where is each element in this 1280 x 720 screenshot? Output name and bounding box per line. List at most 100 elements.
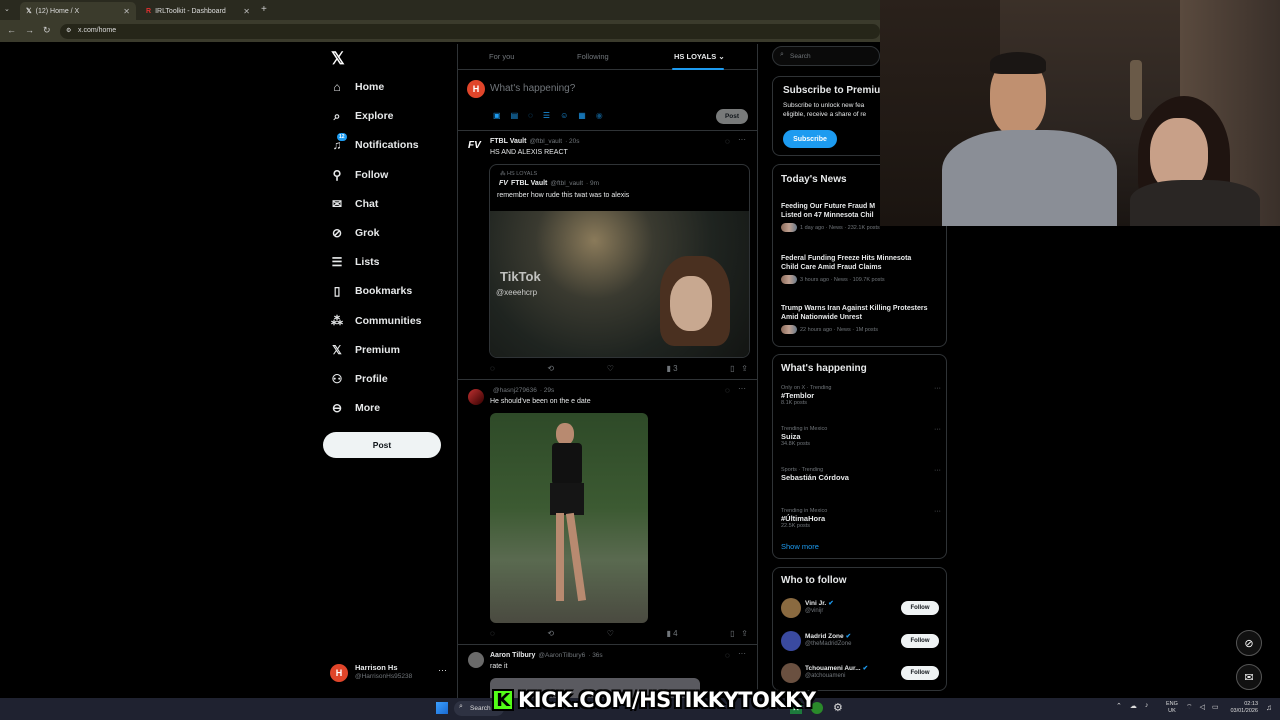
grok-icon[interactable]: ◌ (725, 386, 730, 395)
active-tab-indicator (672, 68, 724, 70)
sidebar-item-lists[interactable]: ☰ Lists (330, 251, 380, 273)
retweet-icon[interactable]: ⟲ (547, 629, 554, 638)
post-button[interactable]: Post (716, 109, 748, 124)
notification-bell-icon[interactable]: ♫ (1266, 703, 1272, 712)
browser-tab-irltoolkit[interactable]: R IRLToolkit - Dashboard ✕ (140, 2, 256, 20)
tweet-image[interactable] (490, 413, 648, 623)
close-tab-icon[interactable]: ✕ (123, 7, 130, 16)
sidebar-item-grok[interactable]: ⊘ Grok (330, 222, 380, 244)
browser-tab-x-home[interactable]: 𝕏 (12) Home / X ✕ (20, 2, 136, 20)
sidebar-item-profile[interactable]: ⚇ Profile (330, 368, 388, 390)
follow-button[interactable]: Follow (901, 633, 939, 648)
more-icon[interactable]: ··· (934, 467, 941, 474)
poll-icon[interactable]: ☰ (543, 111, 550, 120)
share-icon[interactable]: ⇪ (741, 364, 748, 373)
more-icon[interactable]: ··· (738, 649, 746, 658)
news-item[interactable]: Federal Funding Freeze Hits Minnesota Chi… (781, 254, 941, 284)
mic-icon[interactable]: ♪ (1145, 702, 1149, 710)
sidebar-item-follow[interactable]: ⚲ Follow (330, 164, 389, 186)
like-icon[interactable]: ♡ (607, 364, 614, 373)
more-icon[interactable]: ··· (738, 384, 746, 393)
trend-item[interactable]: Only on X · Trending #Temblor 8.1K posts ··… (781, 385, 941, 406)
views-icon: ▮ (666, 364, 671, 373)
author-name: FTBL Vault (510, 180, 548, 187)
status-icons: ⌔ ◁ ▭ (1186, 703, 1219, 712)
language-indicator[interactable]: ENG UK (1166, 701, 1178, 715)
quoted-tweet[interactable]: ⁂ HS LOYALS FV FTBL Vault @ftbl_vault · … (489, 164, 750, 358)
tweet[interactable]: @hasnj279636 · 29s ◌ ··· He should've be… (458, 381, 757, 645)
follow-suggestion[interactable]: Madrid Zone ✔ @theMadridZone Follow (781, 630, 941, 654)
grok-icon[interactable]: ◌ (528, 111, 533, 120)
volume-icon[interactable]: ◁ (1200, 703, 1205, 712)
compose-input[interactable]: What's happening? (490, 83, 690, 94)
battery-icon[interactable]: ▭ (1212, 703, 1219, 712)
new-tab-icon[interactable]: + (261, 4, 267, 15)
image-icon[interactable]: ▣ (493, 111, 501, 120)
gif-icon[interactable]: ▤ (511, 111, 519, 120)
trend-item[interactable]: Trending in Mexico #ÚltimaHora 22.5K posts… (781, 508, 941, 529)
sidebar-item-more[interactable]: ⊖ More (330, 397, 380, 419)
account-switcher[interactable]: H Harrison Hs @HarrisonHs95238 ··· (330, 662, 450, 686)
more-icon[interactable]: ··· (738, 135, 746, 144)
video-thumbnail[interactable]: TikTok @xeeehcrp (490, 211, 749, 357)
sidebar-item-bookmarks[interactable]: ▯ Bookmarks (330, 280, 413, 302)
views[interactable]: ▮ 3 (666, 364, 677, 373)
sidebar-item-label: Chat (355, 197, 379, 210)
search-box[interactable]: ⌕ Search (772, 46, 880, 66)
news-item[interactable]: Trump Warns Iran Against Killing Protest… (781, 304, 941, 334)
close-tab-icon[interactable]: ✕ (243, 7, 250, 16)
reply-icon[interactable]: ◌ (490, 629, 495, 638)
follow-button[interactable]: Follow (901, 601, 939, 615)
bookmark-icon[interactable]: ▯ (730, 364, 734, 373)
tab-list-icon[interactable]: ⌄ (4, 5, 10, 13)
location-icon[interactable]: ◉ (596, 111, 603, 120)
x-logo-icon[interactable]: 𝕏 (331, 49, 345, 69)
sidebar-item-premium[interactable]: 𝕏 Premium (330, 339, 400, 361)
subscribe-button[interactable]: Subscribe (783, 130, 837, 148)
more-icon[interactable]: ··· (934, 385, 941, 392)
post-button[interactable]: Post (323, 432, 441, 458)
reload-icon[interactable]: ↻ (43, 25, 51, 36)
tab-following[interactable]: Following (577, 52, 609, 61)
tab-hs-loyals[interactable]: HS LOYALS ⌄ (674, 52, 725, 61)
sidebar-item-communities[interactable]: ⁂ Communities (330, 310, 422, 332)
tweet[interactable]: FV FTBL Vault @ftbl_vault · 20s ◌ ··· HS… (458, 132, 757, 380)
follow-suggestion[interactable]: Vini Jr. ✔ @vinijr Follow (781, 597, 941, 621)
trend-item[interactable]: Trending in Mexico Suiza 34.8K posts ··· (781, 426, 941, 447)
windows-start-icon[interactable] (436, 702, 448, 714)
retweet-icon[interactable]: ⟲ (547, 364, 554, 373)
sidebar-item-home[interactable]: ⌂ Home (330, 76, 384, 98)
bookmark-icon[interactable]: ▯ (730, 629, 734, 638)
chevron-up-icon[interactable]: ⌃ (1116, 702, 1122, 710)
emoji-icon[interactable]: ☺ (560, 111, 568, 120)
url-input[interactable]: ⚙ x.com/home (60, 24, 880, 39)
tab-for-you[interactable]: For you (489, 52, 514, 61)
sidebar-item-notifications[interactable]: ♫ 12 Notifications (330, 133, 419, 156)
wifi-icon[interactable]: ⌔ (1186, 703, 1193, 712)
settings-icon[interactable]: ⚙ (833, 701, 843, 714)
views[interactable]: ▮ 4 (666, 629, 677, 638)
more-icon[interactable]: ··· (934, 508, 941, 515)
cloud-icon[interactable]: ☁ (1130, 702, 1137, 710)
like-icon[interactable]: ♡ (607, 629, 614, 638)
show-more-link[interactable]: Show more (781, 542, 819, 551)
clock[interactable]: 02:13 03/01/2026 (1228, 701, 1258, 715)
reply-icon[interactable]: ◌ (490, 364, 495, 373)
follow-button[interactable]: Follow (901, 666, 939, 680)
more-icon[interactable]: ··· (934, 426, 941, 433)
sidebar-item-explore[interactable]: ⌕ Explore (330, 105, 394, 127)
notification-badge: 12 (337, 133, 347, 142)
grok-float-icon[interactable]: ⊘ (1236, 630, 1262, 656)
messages-float-icon[interactable]: ✉ (1236, 664, 1262, 690)
more-icon: ··· (438, 665, 447, 675)
follow-suggestion[interactable]: Tchouameni Aur... ✔ @atchouameni Follow (781, 662, 941, 686)
grok-icon[interactable]: ◌ (725, 137, 730, 146)
share-icon[interactable]: ⇪ (741, 629, 748, 638)
sidebar-item-chat[interactable]: ✉ Chat (330, 193, 378, 215)
trend-item[interactable]: Sports · Trending Sebastián Córdova ··· (781, 467, 941, 482)
schedule-icon[interactable]: ▦ (578, 111, 586, 120)
back-icon[interactable]: ← (7, 25, 16, 35)
grok-icon[interactable]: ◌ (725, 651, 730, 660)
verified-badge-icon: ✔ (845, 632, 852, 640)
forward-icon[interactable]: → (25, 25, 34, 35)
